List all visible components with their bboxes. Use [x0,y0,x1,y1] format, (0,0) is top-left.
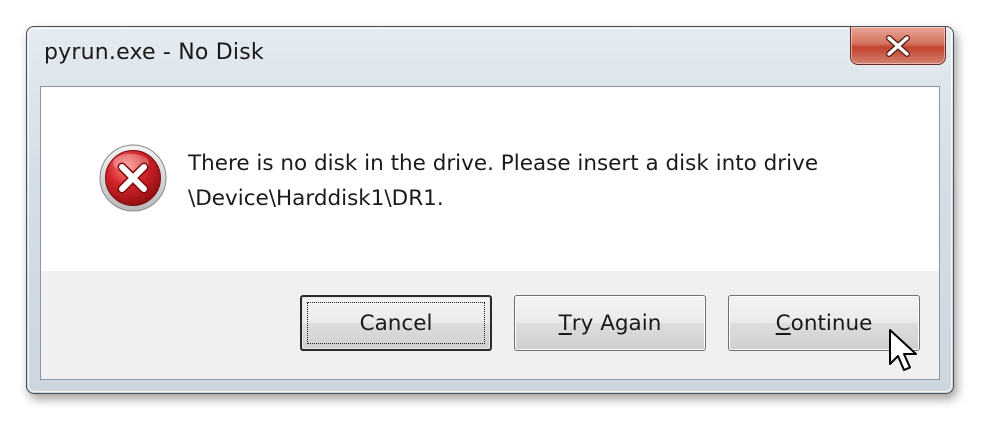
try-again-mnemonic: T [558,310,572,336]
try-again-label: ry Again [571,310,662,336]
window-title: pyrun.exe - No Disk [44,40,264,65]
cancel-button[interactable]: Cancel [300,295,492,351]
error-message-line-1: There is no disk in the drive. Please in… [188,151,819,176]
try-again-button[interactable]: Try Again [514,295,706,351]
continue-label: ontinue [790,310,873,336]
continue-mnemonic: C [775,310,791,336]
screenshot-stage: pyrun.exe - No Disk There is no disk in … [0,0,1000,440]
dialog-client-area: There is no disk in the drive. Please in… [40,86,940,380]
mouse-cursor-icon [888,328,922,374]
button-area: Cancel Try Again Continue [41,271,939,379]
error-message-line-2: \Device\Harddisk1\DR1. [188,186,444,211]
message-area: There is no disk in the drive. Please in… [41,87,939,273]
error-message: There is no disk in the drive. Please in… [188,146,908,216]
cancel-button-label: Cancel [359,310,433,336]
error-icon [98,143,168,213]
close-x-icon [884,34,912,57]
error-dialog-window: pyrun.exe - No Disk There is no disk in … [26,26,954,394]
close-button[interactable] [850,27,946,65]
